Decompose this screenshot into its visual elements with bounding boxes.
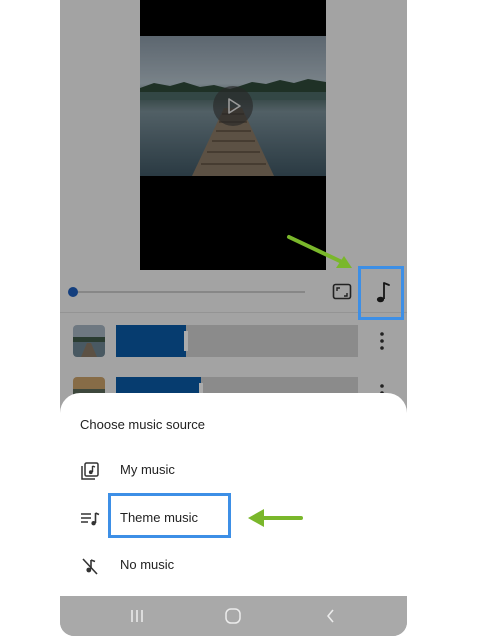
recents-icon[interactable] <box>127 606 147 626</box>
playlist-icon <box>81 512 100 526</box>
annotation-arrow-icon <box>287 235 352 268</box>
navigation-bar <box>60 596 407 636</box>
music-library-icon <box>81 462 99 480</box>
home-icon[interactable] <box>223 606 243 626</box>
option-label: No music <box>120 557 175 572</box>
option-my-music[interactable]: My music <box>60 451 407 489</box>
music-off-icon <box>82 558 98 575</box>
sheet-title: Choose music source <box>80 417 205 432</box>
phone-screen: Choose music source My music Theme music <box>60 0 407 636</box>
option-no-music[interactable]: No music <box>60 546 407 584</box>
annotation-arrow-icon <box>248 509 303 527</box>
option-label: My music <box>120 462 175 477</box>
back-icon[interactable] <box>321 606 341 626</box>
music-button-highlight <box>358 266 404 320</box>
theme-music-highlight <box>108 493 231 538</box>
